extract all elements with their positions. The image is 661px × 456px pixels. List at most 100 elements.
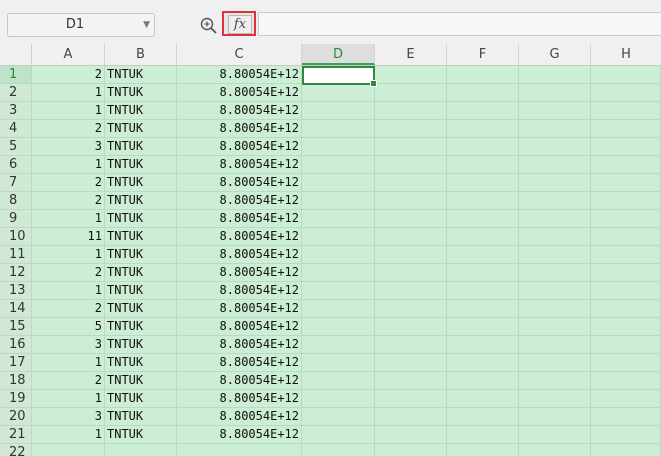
row-header[interactable]: 17	[0, 354, 32, 372]
cell-c[interactable]: 8.80054E+12	[177, 264, 302, 282]
row-header[interactable]: 13	[0, 282, 32, 300]
cell-h[interactable]	[591, 408, 661, 426]
cell-g[interactable]	[519, 228, 591, 246]
cell-f[interactable]	[447, 66, 519, 84]
cell-c[interactable]: 8.80054E+12	[177, 426, 302, 444]
cell-e[interactable]	[375, 408, 447, 426]
cell-f[interactable]	[447, 372, 519, 390]
cell-a[interactable]: 1	[32, 426, 105, 444]
cell-a[interactable]: 2	[32, 120, 105, 138]
cell-b[interactable]: TNTUK	[105, 354, 177, 372]
column-header-h[interactable]: H	[591, 44, 661, 65]
cell-c[interactable]: 8.80054E+12	[177, 300, 302, 318]
cell-h[interactable]	[591, 318, 661, 336]
cell-e[interactable]	[375, 192, 447, 210]
cell-h[interactable]	[591, 156, 661, 174]
cell-h[interactable]	[591, 300, 661, 318]
cell-g[interactable]	[519, 246, 591, 264]
cell-h[interactable]	[591, 264, 661, 282]
cell-g[interactable]	[519, 372, 591, 390]
row-header[interactable]: 2	[0, 84, 32, 102]
cell-g[interactable]	[519, 282, 591, 300]
cell-b[interactable]: TNTUK	[105, 282, 177, 300]
cell-a[interactable]: 3	[32, 138, 105, 156]
row-header[interactable]: 12	[0, 264, 32, 282]
column-header-e[interactable]: E	[375, 44, 447, 65]
cell-c[interactable]: 8.80054E+12	[177, 174, 302, 192]
cell-h[interactable]	[591, 120, 661, 138]
cell-c[interactable]: 8.80054E+12	[177, 336, 302, 354]
cell-c[interactable]: 8.80054E+12	[177, 282, 302, 300]
cell-h[interactable]	[591, 282, 661, 300]
cell-g[interactable]	[519, 444, 591, 456]
zoom-icon[interactable]	[199, 16, 219, 36]
cell-a[interactable]: 1	[32, 246, 105, 264]
cell-a[interactable]: 2	[32, 174, 105, 192]
cell-f[interactable]	[447, 192, 519, 210]
row-header[interactable]: 8	[0, 192, 32, 210]
cell-a[interactable]: 1	[32, 156, 105, 174]
cell-d[interactable]	[302, 210, 375, 228]
cell-f[interactable]	[447, 84, 519, 102]
row-header[interactable]: 14	[0, 300, 32, 318]
row-header[interactable]: 9	[0, 210, 32, 228]
cell-d[interactable]	[302, 84, 375, 102]
cell-d[interactable]	[302, 138, 375, 156]
column-header-d[interactable]: D	[302, 44, 375, 65]
column-header-a[interactable]: A	[32, 44, 105, 65]
cell-h[interactable]	[591, 84, 661, 102]
cell-g[interactable]	[519, 408, 591, 426]
cell-a[interactable]: 3	[32, 408, 105, 426]
cell-e[interactable]	[375, 354, 447, 372]
cell-g[interactable]	[519, 66, 591, 84]
row-header[interactable]: 16	[0, 336, 32, 354]
cell-g[interactable]	[519, 336, 591, 354]
cell-a[interactable]: 1	[32, 282, 105, 300]
cell-a[interactable]: 1	[32, 390, 105, 408]
cell-d[interactable]	[302, 426, 375, 444]
cell-c[interactable]: 8.80054E+12	[177, 246, 302, 264]
cell-b[interactable]: TNTUK	[105, 228, 177, 246]
cell-b[interactable]: TNTUK	[105, 102, 177, 120]
cell-a[interactable]: 2	[32, 300, 105, 318]
cell-e[interactable]	[375, 390, 447, 408]
name-box[interactable]: D1 ▼	[7, 13, 155, 37]
cell-f[interactable]	[447, 102, 519, 120]
cell-b[interactable]: TNTUK	[105, 210, 177, 228]
cell-a[interactable]: 1	[32, 84, 105, 102]
cell-b[interactable]: TNTUK	[105, 246, 177, 264]
cell-c[interactable]: 8.80054E+12	[177, 228, 302, 246]
cell-h[interactable]	[591, 444, 661, 456]
cell-e[interactable]	[375, 138, 447, 156]
cell-f[interactable]	[447, 318, 519, 336]
cell-g[interactable]	[519, 174, 591, 192]
cell-e[interactable]	[375, 246, 447, 264]
cell-b[interactable]: TNTUK	[105, 138, 177, 156]
cell-d[interactable]	[302, 444, 375, 456]
cell-a[interactable]	[32, 444, 105, 456]
column-header-g[interactable]: G	[519, 44, 591, 65]
cell-g[interactable]	[519, 390, 591, 408]
cell-d[interactable]	[302, 174, 375, 192]
cell-f[interactable]	[447, 246, 519, 264]
cell-g[interactable]	[519, 318, 591, 336]
cell-a[interactable]: 5	[32, 318, 105, 336]
cell-c[interactable]: 8.80054E+12	[177, 210, 302, 228]
cell-h[interactable]	[591, 66, 661, 84]
cell-c[interactable]	[177, 444, 302, 456]
cell-h[interactable]	[591, 174, 661, 192]
cell-g[interactable]	[519, 300, 591, 318]
row-header[interactable]: 1	[0, 66, 32, 84]
cell-e[interactable]	[375, 336, 447, 354]
cell-d[interactable]	[302, 408, 375, 426]
active-cell-selection[interactable]	[302, 66, 377, 87]
cell-a[interactable]: 2	[32, 372, 105, 390]
cell-e[interactable]	[375, 300, 447, 318]
cell-c[interactable]: 8.80054E+12	[177, 192, 302, 210]
row-header[interactable]: 19	[0, 390, 32, 408]
cell-b[interactable]	[105, 444, 177, 456]
formula-input[interactable]	[258, 12, 661, 36]
row-header[interactable]: 20	[0, 408, 32, 426]
cell-a[interactable]: 2	[32, 264, 105, 282]
cell-c[interactable]: 8.80054E+12	[177, 372, 302, 390]
